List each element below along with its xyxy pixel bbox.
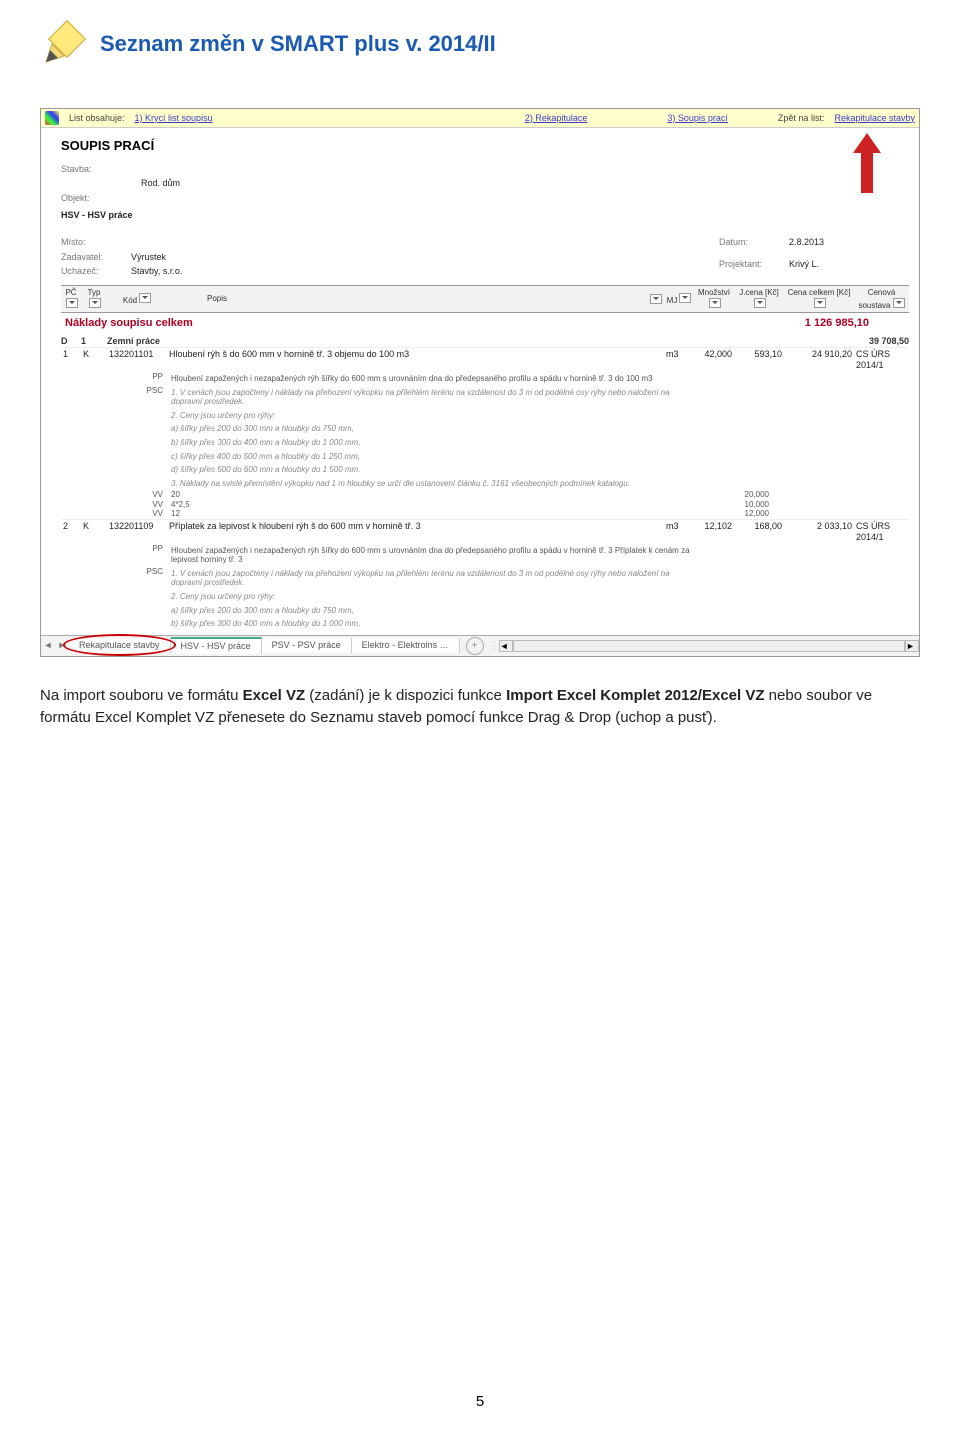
pencil-icon <box>40 20 88 68</box>
filter-icon[interactable] <box>754 298 766 308</box>
red-arrow-annotation <box>853 133 881 193</box>
app-icon <box>45 111 59 125</box>
objekt-label: Objekt: <box>61 193 141 204</box>
uchazec-value: Stavby, s.r.o. <box>131 266 331 277</box>
sheet-nav-bar: List obsahuje: 1) Krycí list soupisu 2) … <box>41 109 919 128</box>
filter-icon[interactable] <box>66 298 78 308</box>
datum-label: Datum: <box>719 237 789 255</box>
row-note: b) šířky přes 300 do 400 mm a hloubky do… <box>61 617 909 631</box>
row-note: a) šířky přes 200 do 300 mm a hloubky do… <box>61 422 909 436</box>
nav-back-link[interactable]: Rekapitulace stavby <box>834 113 915 124</box>
nav-link-2[interactable]: 2) Rekapitulace <box>525 113 588 124</box>
row-note: 1. V cenách jsou započteny i náklady na … <box>171 386 699 409</box>
tab-rekapitulace[interactable]: Rekapitulace stavby <box>69 638 171 653</box>
totals-row: Náklady soupisu celkem 1 126 985,10 <box>61 313 909 334</box>
row-note: 1. V cenách jsou započteny i náklady na … <box>171 567 699 590</box>
filter-icon[interactable] <box>679 293 691 303</box>
page-title: Seznam změn v SMART plus v. 2014/II <box>100 31 496 57</box>
filter-icon[interactable] <box>814 298 826 308</box>
row-note: c) šířky přes 400 do 500 mm a hloubky do… <box>61 450 909 464</box>
nav-link-3[interactable]: 3) Soupis prací <box>667 113 728 124</box>
zadavatel-value: Výrustek <box>131 252 331 263</box>
tab-elektro[interactable]: Elektro - Elektroins … <box>352 638 460 653</box>
filter-icon[interactable] <box>709 298 721 308</box>
row-note: 2. Ceny jsou určeny pro rýhy: <box>61 590 909 604</box>
row-note: b) šířky přes 300 do 400 mm a hloubky do… <box>61 436 909 450</box>
table-row: 2K132201109 Příplatek za lepivost k hlou… <box>61 519 909 544</box>
vv-row: VV4*2,510,000 <box>61 500 909 510</box>
filter-icon[interactable] <box>893 298 905 308</box>
stavba-label: Stavba: <box>61 164 141 175</box>
objekt-value: HSV - HSV práce <box>61 210 909 221</box>
datum-value: 2.8.2013 <box>789 237 909 255</box>
table-row: 1K132201101 Hloubení rýh š do 600 mm v h… <box>61 347 909 372</box>
tab-hsv[interactable]: HSV - HSV práce <box>171 637 262 654</box>
row-desc: Hloubení zapažených i nezapažených rýh š… <box>171 544 699 567</box>
row-note: 2. Ceny jsou určeny pro rýhy: <box>61 409 909 423</box>
row-note: a) šířky přes 200 do 300 mm a hloubky do… <box>61 604 909 618</box>
row-note: 3. Náklady na svislé přemístění výkopku … <box>61 477 909 491</box>
row-desc: Hloubení zapažených i nezapažených rýh š… <box>171 372 699 386</box>
hscroll-track[interactable] <box>513 640 905 652</box>
body-paragraph: Na import souboru ve formátu Excel VZ (z… <box>40 685 920 729</box>
uchazec-label: Uchazeč: <box>61 266 131 277</box>
tab-psv[interactable]: PSV - PSV práce <box>262 638 352 653</box>
stavba-value: Rod. dům <box>141 178 441 189</box>
nav-back-label: Zpět na list: <box>778 113 825 124</box>
hscroll-right-icon[interactable]: ► <box>905 640 919 652</box>
zadavatel-label: Zadavatel: <box>61 252 131 263</box>
table-header: PČ Typ Kód Popis MJ Množství J.cena [Kč]… <box>61 285 909 313</box>
row-note: d) šířky přes 500 do 600 mm a hloubky do… <box>61 463 909 477</box>
page-number: 5 <box>0 1393 960 1410</box>
group-row: D 1 Zemní práce 39 708,50 <box>61 335 909 348</box>
excel-screenshot: List obsahuje: 1) Krycí list soupisu 2) … <box>40 108 920 657</box>
hscroll-left-icon[interactable]: ◄ <box>499 640 513 652</box>
filter-icon[interactable] <box>650 294 662 304</box>
projektant-value: Krivý L. <box>789 259 909 277</box>
sheet-title: SOUPIS PRACÍ <box>61 138 909 154</box>
vv-row: VV1212,000 <box>61 509 909 519</box>
nav-list-label: List obsahuje: <box>69 113 125 124</box>
filter-icon[interactable] <box>89 298 101 308</box>
add-sheet-icon[interactable]: + <box>466 637 484 655</box>
sheet-tabs: ◄ ► Rekapitulace stavby HSV - HSV práce … <box>41 635 919 656</box>
tab-scroll-left-icon[interactable]: ◄ <box>41 640 55 651</box>
misto-label: Místo: <box>61 237 131 248</box>
filter-icon[interactable] <box>139 293 151 303</box>
vv-row: VV2020,000 <box>61 490 909 500</box>
nav-link-1[interactable]: 1) Krycí list soupisu <box>135 113 213 124</box>
projektant-label: Projektant: <box>719 259 789 277</box>
